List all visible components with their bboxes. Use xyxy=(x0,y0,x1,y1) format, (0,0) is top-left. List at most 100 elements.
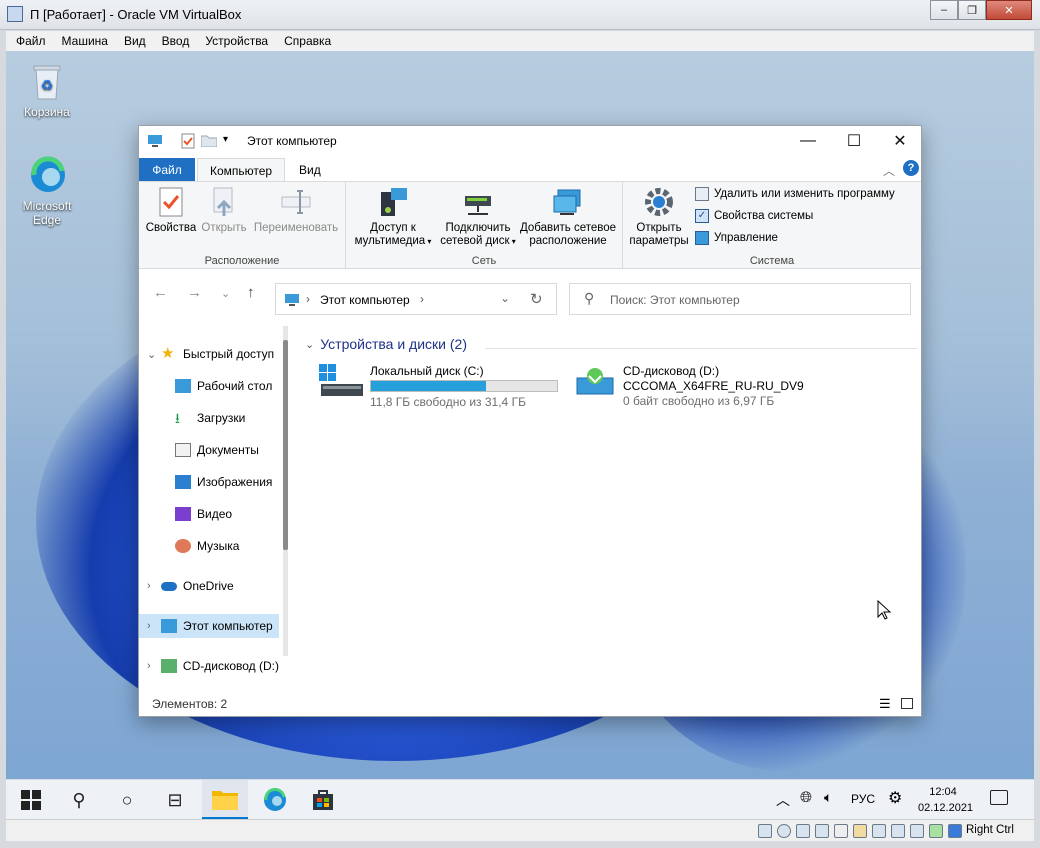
breadcrumb-this-pc[interactable]: Этот компьютер xyxy=(320,293,410,307)
open-button[interactable]: Открыть xyxy=(199,186,249,235)
uninstall-program-button[interactable]: Удалить или изменить программу xyxy=(695,187,895,201)
close-button[interactable]: ✕ xyxy=(986,0,1032,20)
maximize-button[interactable]: ❐ xyxy=(958,0,986,20)
optical-drive-status-icon[interactable] xyxy=(777,824,791,838)
back-button[interactable]: ← xyxy=(153,284,168,301)
nav-video[interactable]: Видео xyxy=(139,502,279,526)
new-folder-quick-icon[interactable] xyxy=(201,134,217,147)
notifications-icon[interactable] xyxy=(990,790,1008,805)
recent-locations-dropdown[interactable]: ⌄ xyxy=(221,287,230,300)
circle-icon: ○ xyxy=(121,789,133,810)
address-bar[interactable]: › Этот компьютер › ⌄ ↻ xyxy=(275,283,557,315)
desktop-icon-label: Microsoft Edge xyxy=(22,199,72,227)
clock[interactable]: 12:04 02.12.2021 xyxy=(918,784,973,816)
mouse-integration-icon[interactable] xyxy=(929,824,943,838)
task-view-button[interactable]: ⊟ xyxy=(152,780,198,820)
chevron-right-icon[interactable]: › xyxy=(147,580,161,592)
nav-onedrive[interactable]: › OneDrive xyxy=(139,574,279,598)
dvd-drive-icon xyxy=(576,368,614,395)
keyboard-capture-icon[interactable] xyxy=(948,824,962,838)
quick-access-dropdown[interactable]: ▾ xyxy=(223,134,228,145)
display-status-icon[interactable] xyxy=(872,824,886,838)
nav-cd-drive[interactable]: › CD-дисковод (D:) xyxy=(139,654,279,678)
up-button[interactable]: ↑ xyxy=(247,284,255,301)
add-network-location-button[interactable]: Добавить сетевое расположение xyxy=(518,186,618,248)
desktop-icon-edge[interactable]: Microsoft Edge xyxy=(12,155,82,227)
nav-desktop[interactable]: Рабочий стол xyxy=(139,374,279,398)
network-status-icon[interactable] xyxy=(815,824,829,838)
explorer-maximize-button[interactable]: ☐ xyxy=(831,126,877,156)
details-view-icon[interactable]: ☰ xyxy=(879,696,891,712)
minimize-button[interactable]: – xyxy=(930,0,958,20)
refresh-icon[interactable]: ↻ xyxy=(530,290,543,308)
taskbar-store[interactable] xyxy=(300,780,346,820)
menu-file[interactable]: Файл xyxy=(16,34,46,48)
group-divider xyxy=(485,348,917,349)
open-settings-button[interactable]: Открыть параметры xyxy=(625,186,693,248)
start-button[interactable] xyxy=(8,780,54,820)
network-icon[interactable]: 🌐︎ xyxy=(800,789,812,806)
properties-button[interactable]: Свойства xyxy=(145,186,197,235)
chevron-down-icon[interactable]: ⌄ xyxy=(147,348,161,361)
chevron-right-icon[interactable]: › xyxy=(147,620,161,632)
search-input[interactable]: Поиск: Этот компьютер xyxy=(610,293,740,307)
computer-icon xyxy=(285,294,299,306)
tab-file[interactable]: Файл xyxy=(139,158,195,182)
nav-pictures[interactable]: Изображения xyxy=(139,470,279,494)
chevron-right-icon[interactable]: › xyxy=(147,660,161,672)
navigation-pane: ⌄ ★ Быстрый доступ Рабочий стол ⭳ Загруз… xyxy=(139,322,289,692)
scrollbar-thumb[interactable] xyxy=(283,340,288,550)
desktop-icon-recycle-bin[interactable]: ♻ Корзина xyxy=(12,61,82,119)
rename-button[interactable]: Переименовать xyxy=(251,186,341,235)
volume-icon[interactable]: 🔈︎ xyxy=(824,789,832,806)
virtualization-status-icon[interactable] xyxy=(910,824,924,838)
edge-icon xyxy=(264,788,286,811)
address-dropdown-icon[interactable]: ⌄ xyxy=(500,291,510,305)
forward-button[interactable]: → xyxy=(187,284,202,301)
nav-scrollbar[interactable] xyxy=(283,326,288,656)
shared-folders-status-icon[interactable] xyxy=(853,824,867,838)
recording-status-icon[interactable] xyxy=(891,824,905,838)
hard-disk-status-icon[interactable] xyxy=(758,824,772,838)
menu-devices[interactable]: Устройства xyxy=(205,34,268,48)
media-access-button[interactable]: Доступ к мультимедиа ▾ xyxy=(350,186,436,248)
mouse-cursor-icon xyxy=(877,600,891,620)
properties-quick-icon[interactable] xyxy=(181,133,195,149)
explorer-title-bar: ▾ Этот компьютер — ☐ ✕ xyxy=(139,126,921,156)
show-hidden-icons-button[interactable]: ︿ xyxy=(776,790,790,810)
system-properties-button[interactable]: ✓ Свойства системы xyxy=(695,209,813,223)
taskbar-explorer[interactable] xyxy=(202,780,248,820)
large-icons-view-icon[interactable] xyxy=(901,698,913,709)
language-indicator[interactable]: РУС xyxy=(851,792,875,806)
nav-downloads[interactable]: ⭳ Загрузки xyxy=(139,406,279,430)
group-header-devices[interactable]: ⌄ Устройства и диски (2) xyxy=(305,336,467,352)
cortana-button[interactable]: ○ xyxy=(104,780,150,820)
usb-status-icon[interactable] xyxy=(834,824,848,838)
menu-view[interactable]: Вид xyxy=(124,34,146,48)
search-box[interactable]: ⚲ Поиск: Этот компьютер xyxy=(569,283,911,315)
breadcrumb-chevron-icon[interactable]: › xyxy=(420,292,424,306)
help-icon[interactable]: ? xyxy=(903,160,919,176)
explorer-minimize-button[interactable]: — xyxy=(785,126,831,156)
search-button[interactable]: ⚲ xyxy=(56,780,102,820)
menu-help[interactable]: Справка xyxy=(284,34,331,48)
group-label-network: Сеть xyxy=(471,255,497,267)
nav-quick-access[interactable]: ⌄ ★ Быстрый доступ xyxy=(139,342,279,366)
tab-view[interactable]: Вид xyxy=(287,158,333,182)
group-label-system: Система xyxy=(749,255,795,267)
gear-icon[interactable]: ⚙ xyxy=(888,788,902,808)
menu-machine[interactable]: Машина xyxy=(62,34,108,48)
map-network-drive-button[interactable]: Подключить сетевой диск ▾ xyxy=(438,186,518,248)
nav-music[interactable]: Музыка xyxy=(139,534,279,558)
nav-this-pc[interactable]: › Этот компьютер xyxy=(139,614,279,638)
nav-documents[interactable]: Документы xyxy=(139,438,279,462)
menu-input[interactable]: Ввод xyxy=(162,34,190,48)
taskbar-edge[interactable] xyxy=(252,780,298,820)
desktop-icon-label: Корзина xyxy=(24,105,70,119)
audio-status-icon[interactable] xyxy=(796,824,810,838)
manage-button[interactable]: Управление xyxy=(695,231,778,245)
explorer-close-button[interactable]: ✕ xyxy=(877,126,923,156)
tab-computer[interactable]: Компьютер xyxy=(197,158,286,182)
collapse-ribbon-icon[interactable]: ︿ xyxy=(883,162,895,179)
vbox-status-bar: Right Ctrl xyxy=(6,819,1034,841)
